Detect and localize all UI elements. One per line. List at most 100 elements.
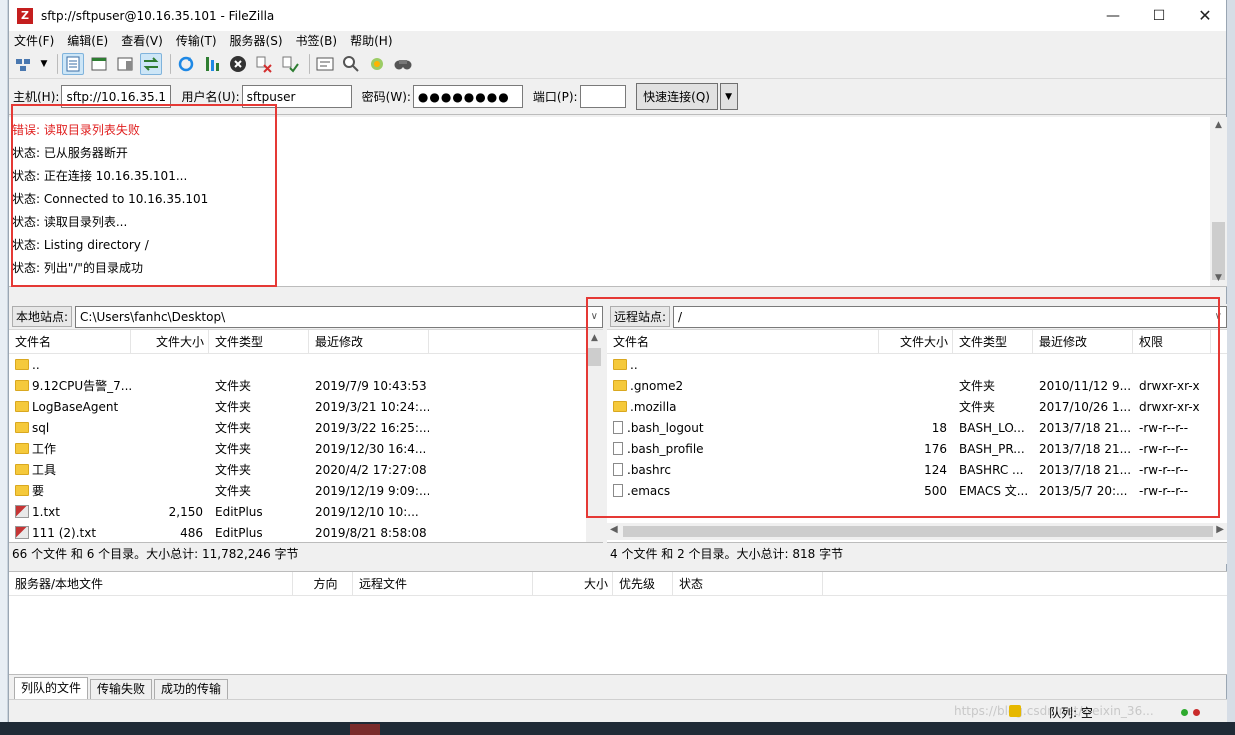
folder-icon [15, 358, 29, 370]
filezilla-window: Z sftp://sftpuser@10.16.35.101 - FileZil… [8, 0, 1227, 722]
close-button[interactable]: ✕ [1182, 0, 1228, 31]
file-row[interactable]: .bashrc 124 BASHRC ... 2013/7/18 21... -rw-r… [607, 459, 1227, 480]
folder-icon [15, 421, 29, 433]
file-row[interactable]: 工作 文件夹 2019/12/30 16:4... [9, 438, 603, 459]
chevron-down-icon[interactable]: ∨ [591, 307, 598, 327]
column-header-type[interactable]: 文件类型 [953, 329, 1033, 354]
file-row[interactable]: 1.txt 2,150 EditPlus 2019/12/10 10:... [9, 501, 603, 522]
scroll-left-icon[interactable]: ◀ [610, 524, 618, 535]
local-scrollbar[interactable]: ▲ [586, 330, 603, 544]
scroll-down-icon[interactable]: ▼ [1210, 270, 1227, 286]
log-line: 状态: 正在连接 10.16.35.101... [12, 169, 188, 183]
file-type: BASH_LO... [959, 420, 1025, 435]
compare-directories-icon[interactable] [366, 53, 388, 75]
column-header-modified[interactable]: 最近修改 [1033, 329, 1133, 354]
username-input[interactable] [241, 85, 352, 108]
file-row[interactable]: .bash_logout 18 BASH_LO... 2013/7/18 21... -… [607, 417, 1227, 438]
file-row[interactable]: LogBaseAgent 文件夹 2019/3/21 10:24:... [9, 396, 603, 417]
file-row[interactable]: 111 (2).txt 486 EditPlus 2019/8/21 8:58:08 [9, 522, 603, 543]
title-bar: Z sftp://sftpuser@10.16.35.101 - FileZil… [9, 0, 1226, 31]
column-header-size[interactable]: 文件大小 [879, 329, 953, 354]
column-header-modified[interactable]: 最近修改 [309, 329, 429, 354]
column-header-name[interactable]: 文件名 [607, 329, 879, 354]
quickconnect-dropdown[interactable]: ▼ [719, 83, 738, 110]
file-row[interactable]: .emacs 500 EMACS 文... 2013/5/7 20:... -rw-r-… [607, 480, 1227, 501]
file-modified: 2019/12/10 10:... [315, 504, 419, 519]
message-log: 错误: 读取目录列表失败 状态: 已从服务器断开 状态: 正在连接 10.16.… [9, 117, 1227, 287]
menu-transfer[interactable]: 传输(T) [176, 32, 217, 49]
site-manager-icon[interactable] [13, 53, 35, 75]
file-row[interactable]: .. [9, 354, 603, 375]
reconnect-icon[interactable] [279, 53, 301, 75]
menu-server[interactable]: 服务器(S) [230, 32, 283, 49]
status-bar: https://blog.csdn.net/weixin_36... 队列: 空 [9, 699, 1227, 722]
maximize-button[interactable]: ☐ [1136, 0, 1182, 31]
queue-col-status[interactable]: 状态 [673, 571, 823, 596]
taskbar-item[interactable] [350, 724, 380, 735]
menu-edit[interactable]: 编辑(E) [67, 32, 108, 49]
column-header-name[interactable]: 文件名 [9, 329, 131, 354]
file-row[interactable]: sql 文件夹 2019/3/22 16:25:... [9, 417, 603, 438]
menu-file[interactable]: 文件(F) [14, 32, 54, 49]
chevron-down-icon[interactable]: ∨ [1215, 307, 1222, 327]
find-files-icon[interactable] [392, 53, 414, 75]
dropdown-arrow-icon[interactable]: ▼ [39, 53, 49, 75]
password-input[interactable] [412, 85, 523, 108]
menu-view[interactable]: 查看(V) [121, 32, 163, 49]
file-type: EditPlus [215, 525, 263, 540]
local-path-input[interactable]: C:\Users\fanhc\Desktop\ ∨ [75, 305, 603, 328]
queue-col-direction[interactable]: 方向 [293, 571, 353, 596]
queue-col-priority[interactable]: 优先级 [613, 571, 673, 596]
queue-col-remote[interactable]: 远程文件 [353, 571, 533, 596]
file-modified: 2019/7/9 10:43:53 [315, 378, 427, 393]
file-row[interactable]: 工具 文件夹 2020/4/2 17:27:08 [9, 459, 603, 480]
process-queue-icon[interactable] [201, 53, 223, 75]
refresh-icon[interactable] [175, 53, 197, 75]
tab-failed-transfers[interactable]: 传输失败 [90, 679, 153, 699]
minimize-button[interactable]: — [1090, 0, 1136, 31]
remote-path-input[interactable]: / ∨ [673, 305, 1227, 328]
port-input[interactable] [579, 85, 626, 108]
scroll-up-icon[interactable]: ▲ [586, 330, 603, 346]
toggle-local-tree-icon[interactable] [88, 53, 110, 75]
scrollbar-thumb[interactable] [623, 526, 1213, 537]
filter-icon[interactable] [314, 53, 336, 75]
tab-queued-files[interactable]: 列队的文件 [14, 677, 89, 699]
file-type: 文件夹 [215, 379, 252, 393]
toggle-remote-tree-icon[interactable] [114, 53, 136, 75]
host-input[interactable] [61, 85, 172, 108]
scrollbar-thumb[interactable] [588, 348, 601, 366]
file-modified: 2013/5/7 20:... [1039, 483, 1128, 498]
file-row[interactable]: .gnome2 文件夹 2010/11/12 9... drwxr-xr-x [607, 375, 1227, 396]
toggle-queue-icon[interactable] [140, 53, 162, 75]
column-header-permissions[interactable]: 权限 [1133, 329, 1211, 354]
disconnect-icon[interactable] [253, 53, 275, 75]
menu-help[interactable]: 帮助(H) [350, 32, 392, 49]
filezilla-icon: Z [17, 7, 33, 24]
tab-successful-transfers[interactable]: 成功的传输 [154, 679, 229, 699]
quickconnect-button[interactable]: 快速连接(Q) [635, 83, 718, 110]
file-row[interactable]: .. [607, 354, 1227, 375]
file-modified: 2019/3/22 16:25:... [315, 420, 429, 435]
scroll-right-icon[interactable]: ▶ [1216, 524, 1224, 535]
log-line: 错误: 读取目录列表失败 [12, 123, 140, 137]
queue-col-size[interactable]: 大小 [533, 571, 613, 596]
file-row[interactable]: 要 文件夹 2019/12/19 9:09:... [9, 480, 603, 501]
log-scrollbar[interactable]: ▲ ▼ [1210, 117, 1227, 286]
column-header-size[interactable]: 文件大小 [131, 329, 209, 354]
column-header-type[interactable]: 文件类型 [209, 329, 309, 354]
file-row[interactable]: .bash_profile 176 BASH_PR... 2013/7/18 21..… [607, 438, 1227, 459]
file-type: 文件夹 [215, 421, 252, 435]
menu-bookmarks[interactable]: 书签(B) [296, 32, 338, 49]
remote-horizontal-scrollbar[interactable]: ◀ ▶ [607, 523, 1227, 540]
file-row[interactable]: .mozilla 文件夹 2017/10/26 1... drwxr-xr-x [607, 396, 1227, 417]
search-icon[interactable] [340, 53, 362, 75]
file-row[interactable]: 9.12CPU告警_7... 文件夹 2019/7/9 10:43:53 [9, 375, 603, 396]
file-permissions: -rw-r--r-- [1139, 441, 1189, 456]
toggle-log-icon[interactable] [62, 53, 84, 75]
scroll-up-icon[interactable]: ▲ [1210, 117, 1227, 133]
file-name: .bash_profile [627, 441, 704, 456]
cancel-operation-icon[interactable] [227, 53, 249, 75]
file-type: 文件夹 [215, 463, 252, 477]
queue-col-server-local[interactable]: 服务器/本地文件 [9, 571, 293, 596]
